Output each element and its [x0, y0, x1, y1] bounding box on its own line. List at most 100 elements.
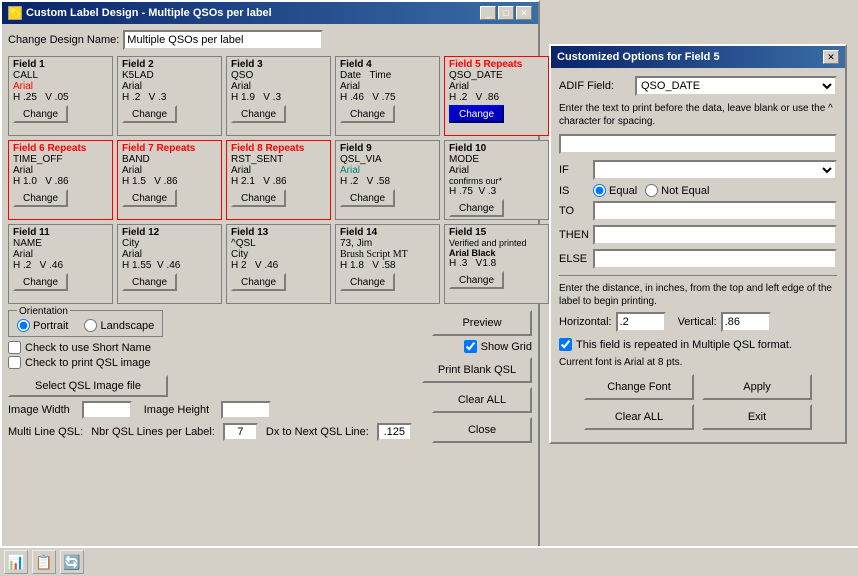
- dialog-window: Customized Options for Field 5 ✕ ADIF Fi…: [549, 44, 847, 444]
- field-10-font: Arial: [449, 165, 544, 176]
- field-7-label: Field 7 Repeats: [122, 143, 217, 154]
- field-8-change-button[interactable]: Change: [231, 189, 286, 207]
- close-button[interactable]: ✕: [516, 6, 532, 20]
- field-3-coords: H 1.9 V .3: [231, 92, 326, 103]
- image-height-label: Image Height: [144, 404, 209, 416]
- print-qsl-checkbox[interactable]: [8, 356, 21, 369]
- adif-select[interactable]: QSO_DATE CALL BAND MODE TIME_ON TIME_OFF…: [635, 76, 837, 96]
- field-13-change-button[interactable]: Change: [231, 273, 286, 291]
- field-5-change-button[interactable]: Change: [449, 105, 504, 123]
- print-blank-button[interactable]: Print Blank QSL: [422, 357, 532, 383]
- field-1-change-button[interactable]: Change: [13, 105, 68, 123]
- field-3-change-button[interactable]: Change: [231, 105, 286, 123]
- field-7-name: BAND: [122, 154, 217, 165]
- exit-button[interactable]: Exit: [702, 404, 812, 430]
- field-10-change-button[interactable]: Change: [449, 199, 504, 217]
- portrait-radio[interactable]: [17, 319, 30, 332]
- equal-option[interactable]: Equal: [593, 184, 637, 197]
- design-name-input[interactable]: [123, 30, 323, 50]
- apply-button[interactable]: Apply: [702, 374, 812, 400]
- close-button-main[interactable]: Close: [432, 417, 532, 443]
- else-input[interactable]: [593, 249, 837, 269]
- field-12-coords: H 1.55 V .46: [122, 260, 217, 271]
- field-3-name: QSO: [231, 70, 326, 81]
- field-9-change-button[interactable]: Change: [340, 189, 395, 207]
- main-title-bar: 🏷 Custom Label Design - Multiple QSOs pe…: [2, 2, 538, 24]
- nbr-lines-label: Nbr QSL Lines per Label:: [91, 426, 215, 438]
- field-2-change-button[interactable]: Change: [122, 105, 177, 123]
- field-6-font: Arial: [13, 165, 108, 176]
- dx-input[interactable]: [377, 423, 412, 441]
- vertical-input[interactable]: [721, 312, 771, 332]
- to-input[interactable]: [593, 201, 837, 221]
- field-6-box: Field 6 Repeats TIME_OFF Arial H 1.0 V .…: [8, 140, 113, 220]
- field-15-change-button[interactable]: Change: [449, 271, 504, 289]
- field-10-box: Field 10 MODE Arial confirms our* H .75 …: [444, 140, 549, 220]
- image-width-input[interactable]: [82, 401, 132, 419]
- minimize-button[interactable]: _: [480, 6, 496, 20]
- field-12-change-button[interactable]: Change: [122, 273, 177, 291]
- dialog-close-button[interactable]: ✕: [823, 50, 839, 64]
- short-name-label: Check to use Short Name: [25, 342, 151, 354]
- taskbar-icon-2[interactable]: 📋: [32, 550, 56, 574]
- main-clear-all-button[interactable]: Clear ALL: [432, 387, 532, 413]
- dialog-title-bar: Customized Options for Field 5 ✕: [551, 46, 845, 68]
- show-grid-checkbox[interactable]: [464, 340, 477, 353]
- field-7-change-button[interactable]: Change: [122, 189, 177, 207]
- field-6-change-button[interactable]: Change: [13, 189, 68, 207]
- portrait-option[interactable]: Portrait: [17, 319, 68, 332]
- equal-radio[interactable]: [593, 184, 606, 197]
- maximize-button[interactable]: □: [498, 6, 514, 20]
- if-label: IF: [559, 164, 589, 176]
- field-4-change-button[interactable]: Change: [340, 105, 395, 123]
- not-equal-radio[interactable]: [645, 184, 658, 197]
- dialog-clear-all-button[interactable]: Clear ALL: [584, 404, 694, 430]
- field-2-label: Field 2: [122, 59, 217, 70]
- field-13-name: ^QSL: [231, 238, 326, 249]
- equal-label: Equal: [609, 185, 637, 197]
- design-name-row: Change Design Name:: [8, 30, 532, 50]
- preview-button[interactable]: Preview: [432, 310, 532, 336]
- field-7-font: Arial: [122, 165, 217, 176]
- repeat-row: This field is repeated in Multiple QSL f…: [559, 338, 837, 351]
- field-2-name: K5LAD: [122, 70, 217, 81]
- nbr-lines-input[interactable]: [223, 423, 258, 441]
- field-1-name: CALL: [13, 70, 108, 81]
- short-name-checkbox[interactable]: [8, 341, 21, 354]
- field-1-font: Arial: [13, 81, 108, 92]
- print-qsl-label: Check to print QSL image: [25, 357, 151, 369]
- field-5-name: QSO_DATE: [449, 70, 544, 81]
- field-12-label: Field 12: [122, 227, 217, 238]
- taskbar-icon-3[interactable]: 🔄: [60, 550, 84, 574]
- field-11-change-button[interactable]: Change: [13, 273, 68, 291]
- taskbar-icon-1[interactable]: 📊: [4, 550, 28, 574]
- field-11-coords: H .2 V .46: [13, 260, 108, 271]
- field-3-font: Arial: [231, 81, 326, 92]
- then-input[interactable]: [593, 225, 837, 245]
- landscape-radio[interactable]: [84, 319, 97, 332]
- field-4-name: Date Time: [340, 70, 435, 81]
- field-1-label: Field 1: [13, 59, 108, 70]
- horizontal-input[interactable]: [616, 312, 666, 332]
- fields-grid: Field 1 CALL Arial H .25 V .05 Change Fi…: [8, 56, 532, 304]
- not-equal-label: Not Equal: [661, 185, 709, 197]
- landscape-option[interactable]: Landscape: [84, 319, 154, 332]
- field-14-change-button[interactable]: Change: [340, 273, 395, 291]
- equal-group: Equal Not Equal: [593, 184, 709, 197]
- dialog-buttons-1: Change Font Apply: [559, 374, 837, 400]
- if-select[interactable]: [593, 160, 837, 180]
- select-qsl-button[interactable]: Select QSL Image file: [8, 375, 168, 397]
- field-13-label: Field 13: [231, 227, 326, 238]
- multi-line-label: Multi Line QSL:: [8, 426, 83, 438]
- image-height-input[interactable]: [221, 401, 271, 419]
- field-9-font: Arial: [340, 165, 435, 176]
- field-9-coords: H .2 V .58: [340, 176, 435, 187]
- change-font-button[interactable]: Change Font: [584, 374, 694, 400]
- image-width-label: Image Width: [8, 404, 70, 416]
- repeat-checkbox[interactable]: [559, 338, 572, 351]
- to-label: TO: [559, 205, 589, 217]
- not-equal-option[interactable]: Not Equal: [645, 184, 709, 197]
- text-before-input[interactable]: [559, 134, 837, 154]
- field-10-name: MODE: [449, 154, 544, 165]
- field-4-font: Arial: [340, 81, 435, 92]
